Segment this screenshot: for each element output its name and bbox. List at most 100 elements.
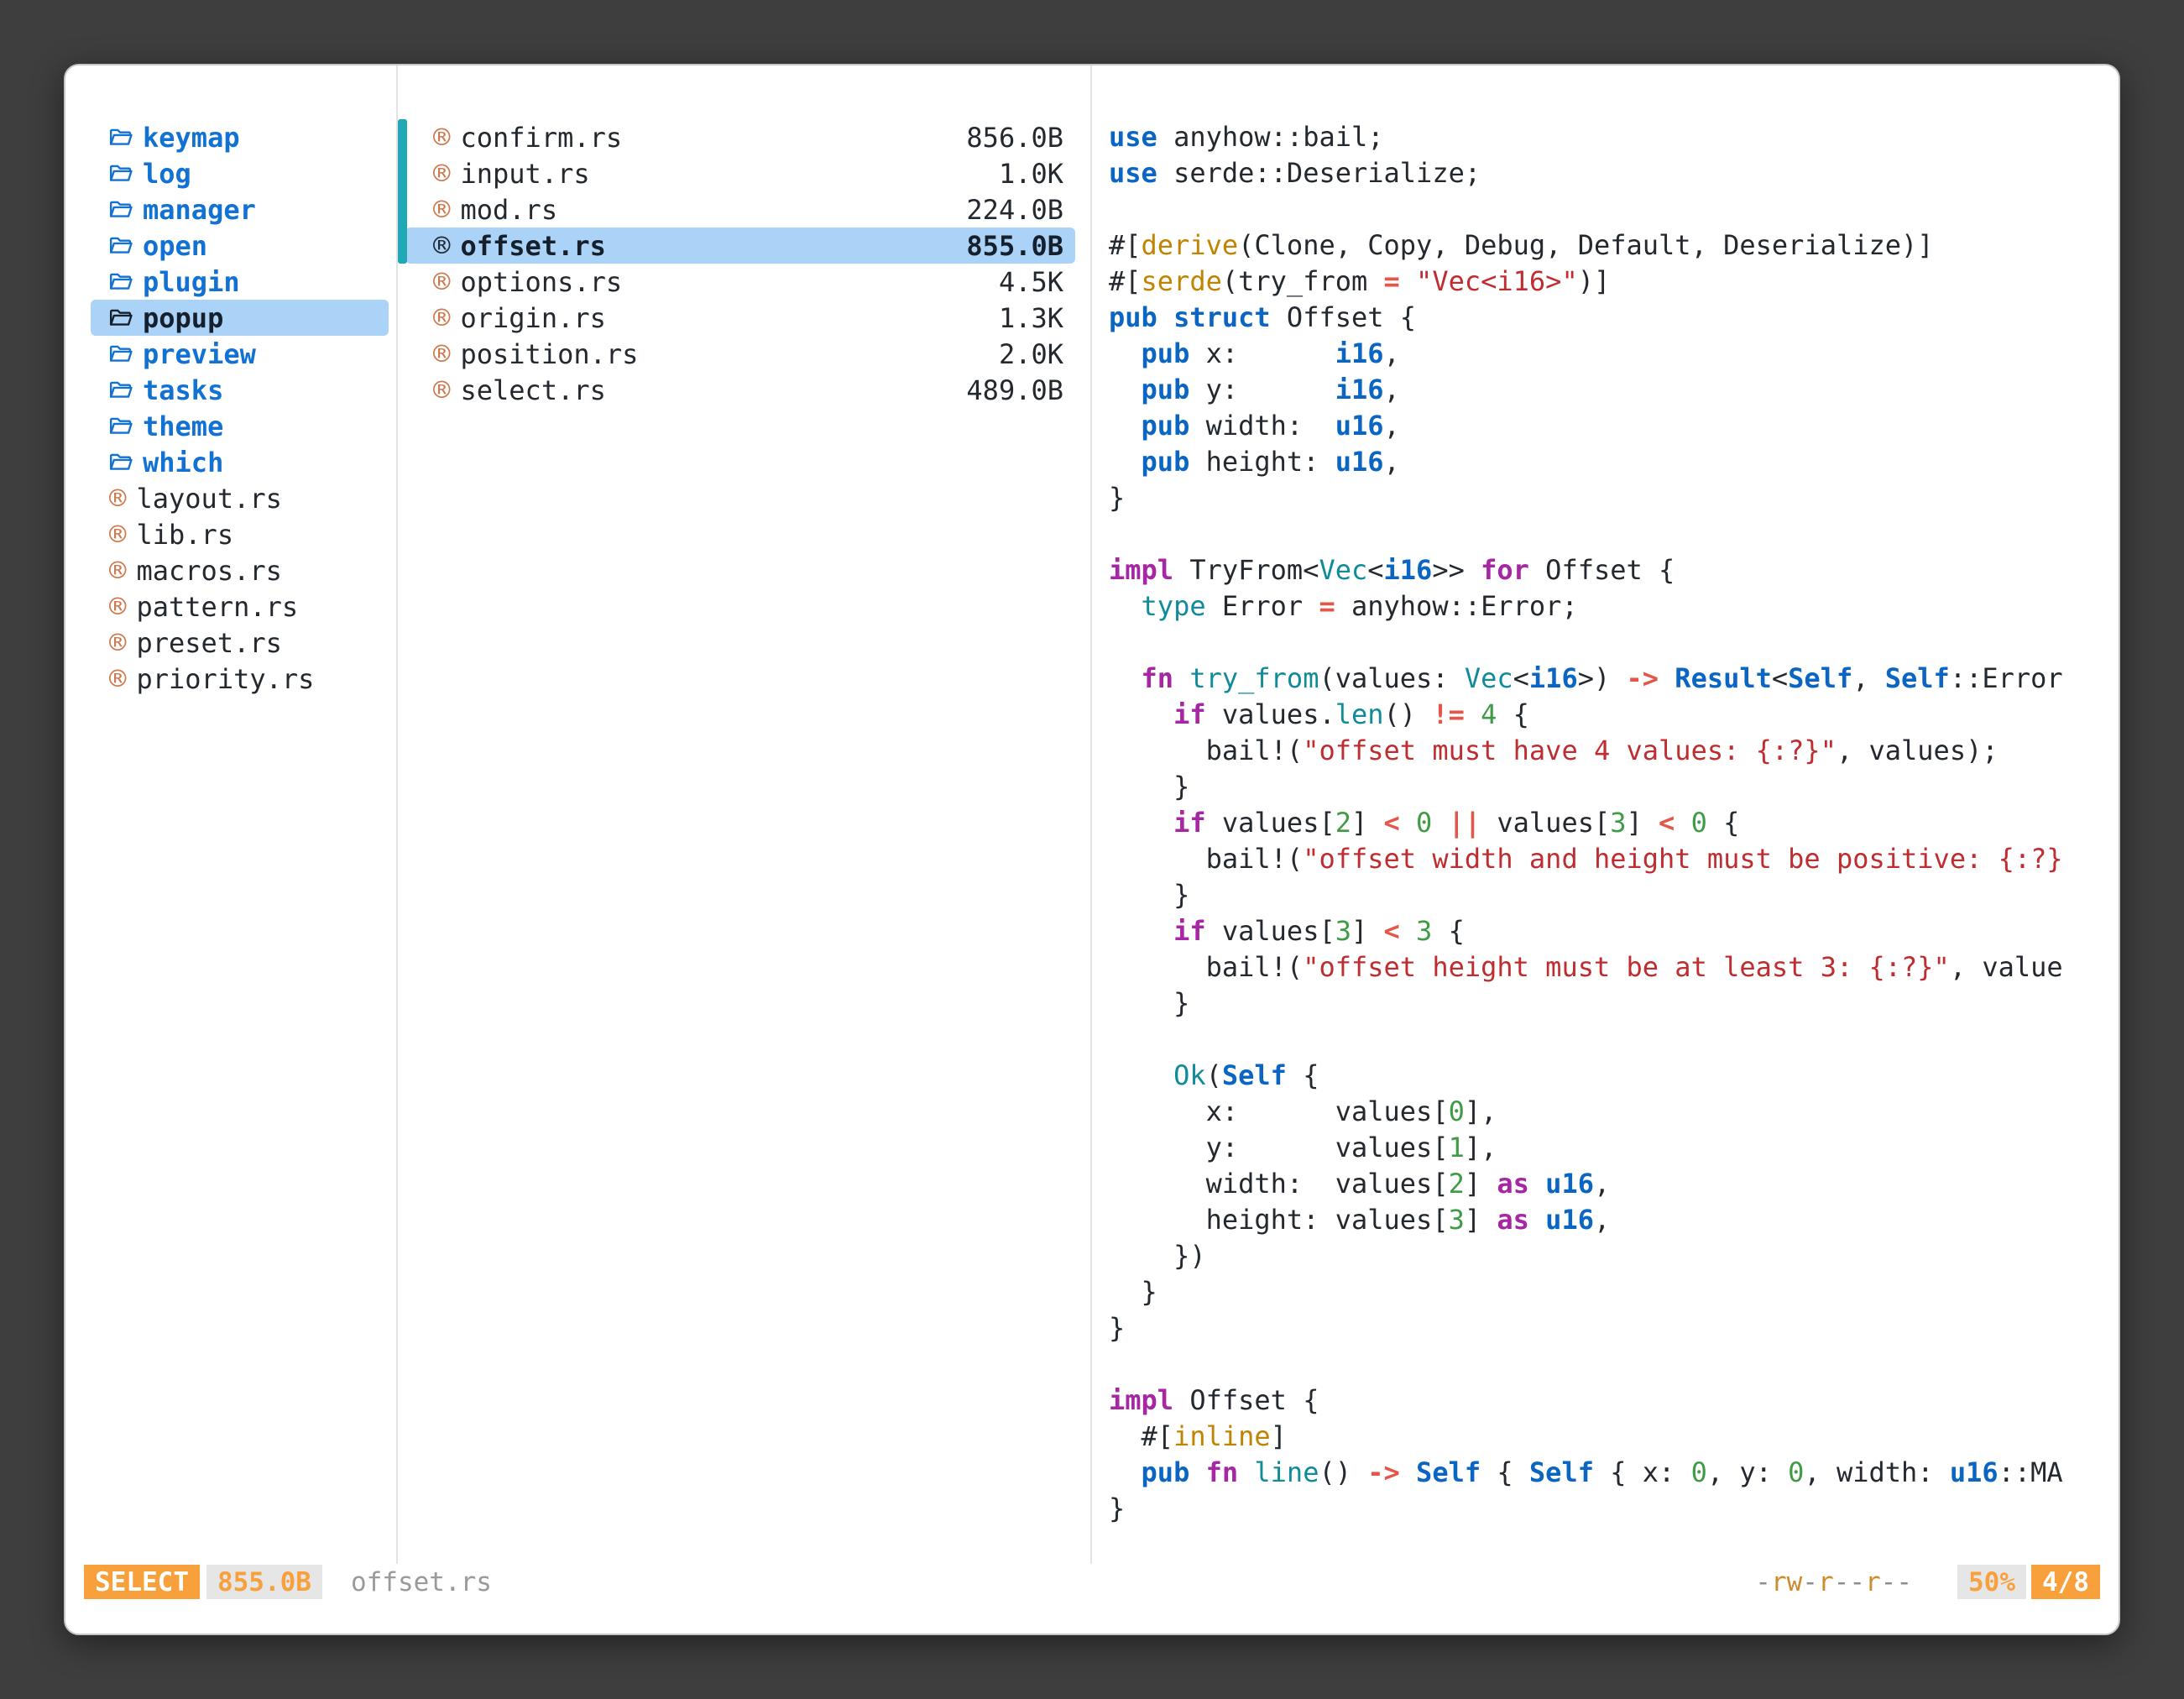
code-line: } <box>1109 769 2119 805</box>
code-line <box>1109 625 2119 661</box>
folder-name: theme <box>143 410 223 442</box>
code-line: bail!("offset must have 4 values: {:?}",… <box>1109 733 2119 769</box>
file-name: options.rs <box>460 266 622 298</box>
code-line: } <box>1109 1491 2119 1527</box>
file-name: origin.rs <box>460 302 605 334</box>
folder-name: preview <box>143 338 256 370</box>
scroll-percent-badge: 50% <box>1957 1565 2026 1599</box>
code-line: pub fn line() -> Self { Self { x: 0, y: … <box>1109 1455 2119 1491</box>
file-size-badge: 855.0B <box>206 1565 322 1599</box>
code-line: use anyhow::bail; <box>1109 119 2119 155</box>
panes-area: keymaplog manager open plugin popup preview ta… <box>65 65 2119 1564</box>
code-line: } <box>1109 1310 2119 1346</box>
code-line: pub x: i16, <box>1109 336 2119 372</box>
folder-icon <box>109 380 133 400</box>
folder-icon <box>109 272 133 291</box>
file-name: layout.rs <box>136 483 281 515</box>
code-line: use serde::Deserialize; <box>1109 155 2119 191</box>
sidebar-item-preview[interactable]: preview <box>91 336 389 372</box>
sidebar-item-log[interactable]: log <box>91 155 389 191</box>
folder-name: tasks <box>143 374 223 406</box>
file-name: confirm.rs <box>460 122 622 154</box>
code-line: } <box>1109 985 2119 1022</box>
sidebar-item-open[interactable]: open <box>91 227 389 264</box>
rust-file-icon: ® <box>109 665 126 693</box>
code-line <box>1109 1022 2119 1058</box>
file-manager-window: keymaplog manager open plugin popup preview ta… <box>64 64 2120 1635</box>
sidebar-item-macros.rs[interactable]: ®macros.rs <box>91 552 389 588</box>
sidebar-item-layout.rs[interactable]: ® layout.rs <box>91 480 389 516</box>
folder-icon <box>109 344 133 363</box>
rust-file-icon: ® <box>433 268 450 296</box>
code-line: pub y: i16, <box>1109 372 2119 408</box>
sidebar-item-tasks[interactable]: tasks <box>91 372 389 408</box>
code-line: bail!("offset height must be at least 3:… <box>1109 949 2119 985</box>
cursor-position-badge: 4/8 <box>2031 1565 2100 1599</box>
status-filename: offset.rs <box>351 1567 492 1597</box>
file-name: mod.rs <box>460 194 557 226</box>
code-line: if values.len() != 4 { <box>1109 697 2119 733</box>
file-name: pattern.rs <box>136 591 298 623</box>
file-name: input.rs <box>460 158 589 190</box>
sidebar-item-keymap[interactable]: keymap <box>91 119 389 155</box>
file-row-offset.rs[interactable]: ®offset.rs855.0B <box>405 227 1075 264</box>
rust-file-icon: ® <box>109 593 126 621</box>
file-row-select.rs[interactable]: ®select.rs489.0B <box>405 372 1075 408</box>
code-line <box>1109 1346 2119 1383</box>
file-size: 489.0B <box>966 374 1063 406</box>
status-bar: SELECT 855.0B offset.rs -rw-r--r-- 50% 4… <box>84 1564 2100 1600</box>
code-line: width: values[2] as u16, <box>1109 1166 2119 1202</box>
sidebar-item-priority.rs[interactable]: ® priority.rs <box>91 661 389 697</box>
folder-name: plugin <box>143 266 240 298</box>
file-row-confirm.rs[interactable]: ®confirm.rs856.0B <box>405 119 1075 155</box>
rust-file-icon: ® <box>433 196 450 224</box>
sidebar-item-plugin[interactable]: plugin <box>91 264 389 300</box>
sidebar-item-theme[interactable]: theme <box>91 408 389 444</box>
file-name: priority.rs <box>136 663 314 695</box>
sidebar-item-preset.rs[interactable]: ®preset.rs <box>91 625 389 661</box>
folder-icon <box>109 452 133 472</box>
folder-name: manager <box>143 194 256 226</box>
file-row-position.rs[interactable]: ®position.rs2.0K <box>405 336 1075 372</box>
sidebar-item-which[interactable]: which <box>91 444 389 480</box>
code-line: #[serde(try_from = "Vec<i16>")] <box>1109 264 2119 300</box>
folder-icon <box>109 236 133 255</box>
code-line: #[inline] <box>1109 1419 2119 1455</box>
sidebar-item-lib.rs[interactable]: ®lib.rs <box>91 516 389 552</box>
file-row-mod.rs[interactable]: ® mod.rs 224.0B <box>405 191 1075 227</box>
folder-icon <box>109 308 133 327</box>
file-size: 4.5K <box>999 266 1063 298</box>
rust-file-icon: ® <box>433 340 450 369</box>
file-name: macros.rs <box>136 555 281 587</box>
file-row-origin.rs[interactable]: ®origin.rs1.3K <box>405 300 1075 336</box>
file-size: 2.0K <box>999 338 1063 370</box>
code-line <box>1109 191 2119 227</box>
parent-directory-pane: keymaplog manager open plugin popup preview ta… <box>65 65 396 1564</box>
code-line: height: values[3] as u16, <box>1109 1202 2119 1238</box>
code-line: Ok(Self { <box>1109 1058 2119 1094</box>
folder-name: popup <box>143 302 223 334</box>
code-line: if values[2] < 0 || values[3] < 0 { <box>1109 805 2119 841</box>
code-line: } <box>1109 1274 2119 1310</box>
code-line: impl Offset { <box>1109 1383 2119 1419</box>
folder-icon <box>109 416 133 436</box>
file-row-options.rs[interactable]: ® options.rs 4.5K <box>405 264 1075 300</box>
scroll-indicator[interactable] <box>398 119 407 264</box>
rust-file-icon: ® <box>433 159 450 188</box>
mode-badge: SELECT <box>84 1565 200 1599</box>
rust-file-icon: ® <box>109 484 126 513</box>
file-row-input.rs[interactable]: ®input.rs1.0K <box>405 155 1075 191</box>
sidebar-item-pattern.rs[interactable]: ® pattern.rs <box>91 588 389 625</box>
folder-name: log <box>143 158 191 190</box>
file-size: 1.3K <box>999 302 1063 334</box>
folder-icon <box>109 200 133 219</box>
file-size: 224.0B <box>966 194 1063 226</box>
code-line: if values[3] < 3 { <box>1109 913 2119 949</box>
folder-name: open <box>143 230 207 262</box>
file-list: ®confirm.rs856.0B®input.rs1.0K®mod.rs224… <box>398 119 1090 408</box>
sidebar-item-manager[interactable]: manager <box>91 191 389 227</box>
status-right-group: -rw-r--r-- 50% 4/8 <box>1755 1565 2100 1599</box>
file-name: offset.rs <box>460 230 605 262</box>
folder-name: which <box>143 447 223 478</box>
sidebar-item-popup[interactable]: popup <box>91 300 389 336</box>
